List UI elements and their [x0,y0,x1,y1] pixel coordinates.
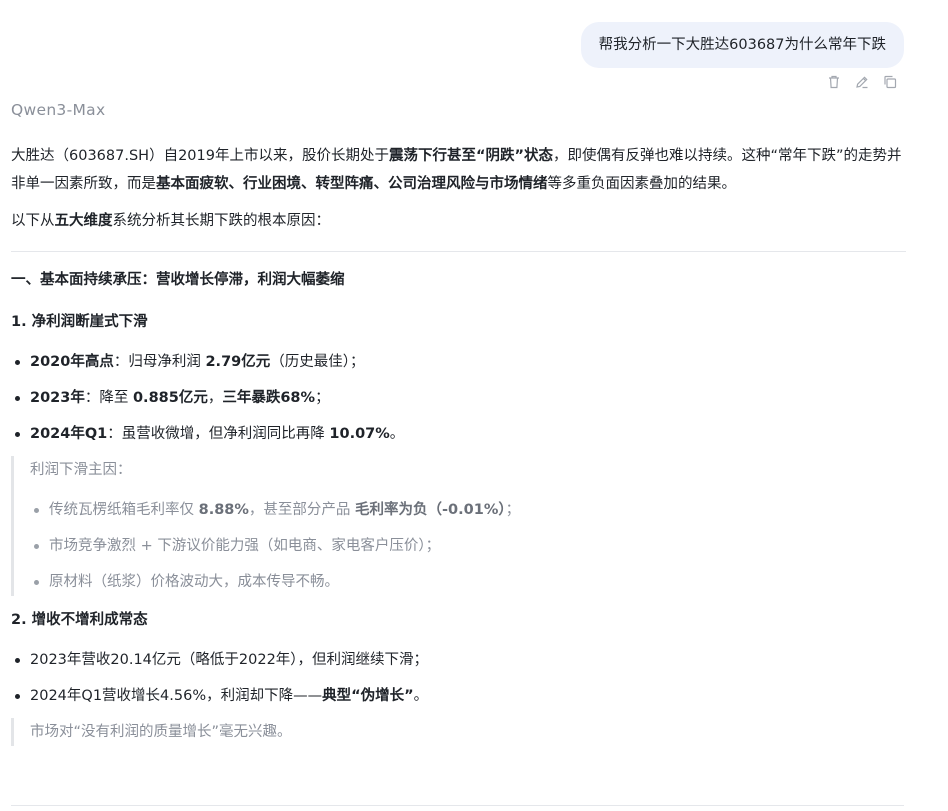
list-item: 2023年营收20.14亿元（略低于2022年），但利润继续下滑； [11,646,906,674]
model-name: Qwen3-Max [11,101,106,119]
text: ：虽营收微增，但净利润同比再降 [107,426,330,442]
text: 2024年Q1营收增长4.56%，利润却下降—— [30,688,323,704]
list-item: 2024年Q1营收增长4.56%，利润却下降——典型“伪增长”。 [11,682,906,710]
bold-text: 2.79亿元 [205,354,271,370]
bold-text: 基本面疲软、行业困境、转型阵痛、公司治理风险与市场情绪 [156,176,548,192]
summary-paragraph: 以下从五大维度系统分析其长期下跌的根本原因： [11,207,906,235]
blockquote: 市场对“没有利润的质量增长”毫无兴趣。 [11,718,906,746]
list-item: 市场竞争激烈 + 下游议价能力强（如电商、家电客户压价）； [30,532,906,560]
bold-text: 三年暴跌68% [222,390,316,406]
bold-text: 震荡下行甚至“阴跌”状态 [388,148,554,164]
text: 传统瓦楞纸箱毛利率仅 [49,502,199,518]
text: ：归母净利润 [113,354,206,370]
assistant-response: 大胜达（603687.SH）自2019年上市以来，股价长期处于震荡下行甚至“阴跌… [11,142,906,746]
text: 原材料（纸浆）价格波动大，成本传导不畅。 [49,574,339,590]
bold-text: 10.07% [329,426,390,442]
edit-icon[interactable] [854,74,870,90]
divider [11,251,906,252]
bold-text: 典型“伪增长” [322,688,414,704]
list-item: 传统瓦楞纸箱毛利率仅 8.88%，甚至部分产品 毛利率为负（-0.01%）； [30,496,906,524]
text: 大胜达（603687.SH）自2019年上市以来，股价长期处于 [11,148,389,164]
blockquote: 利润下滑主因： 传统瓦楞纸箱毛利率仅 8.88%，甚至部分产品 毛利率为负（-0… [11,456,906,596]
bullet-list: 2020年高点：归母净利润 2.79亿元（历史最佳）； 2023年：降至 0.8… [11,348,906,448]
text: ：降至 [84,390,133,406]
bold-text: 五大维度 [54,213,113,229]
text: 市场竞争激烈 + 下游议价能力强（如电商、家电客户压价）； [49,538,441,554]
text: 系统分析其长期下跌的根本原因： [112,213,331,229]
text: 以下从 [11,213,55,229]
list-item: 2024年Q1：虽营收微增，但净利润同比再降 10.07%。 [11,420,906,448]
quote-title: 利润下滑主因： [30,462,132,478]
bold-text: 0.885亿元 [132,390,208,406]
bold-text: 8.88% [198,502,249,518]
text: ； [505,502,521,518]
list-item: 2023年：降至 0.885亿元，三年暴跌68%； [11,384,906,412]
trash-icon[interactable] [826,74,842,90]
intro-paragraph: 大胜达（603687.SH）自2019年上市以来，股价长期处于震荡下行甚至“阴跌… [11,142,906,198]
user-message-text: 帮我分析一下大胜达603687为什么常年下跌 [598,37,886,53]
user-message-bubble: 帮我分析一下大胜达603687为什么常年下跌 [580,22,904,68]
bold-text: 2024年Q1 [30,426,108,442]
text: 等多重负面因素叠加的结果。 [547,176,737,192]
bold-text: 毛利率为负（-0.01%） [355,502,506,518]
text: 2023年营收20.14亿元（略低于2022年），但利润继续下滑； [30,652,429,668]
bold-text: 2023年 [30,390,85,406]
section-title: 一、基本面持续承压：营收增长停滞，利润大幅萎缩 [11,272,345,288]
subsection-title: 2. 增收不增利成常态 [11,612,148,628]
copy-icon[interactable] [882,74,898,90]
text: ； [315,390,330,406]
text: （历史最佳）； [270,354,365,370]
text: ， [207,390,223,406]
bold-text: 2020年高点 [30,354,114,370]
text: 。 [413,688,429,704]
text: 。 [389,426,405,442]
list-item: 原材料（纸浆）价格波动大，成本传导不畅。 [30,568,906,596]
bullet-list: 2023年营收20.14亿元（略低于2022年），但利润继续下滑； 2024年Q… [11,646,906,710]
quote-list: 传统瓦楞纸箱毛利率仅 8.88%，甚至部分产品 毛利率为负（-0.01%）； 市… [30,496,906,596]
divider [11,805,904,806]
text: ，甚至部分产品 [248,502,356,518]
message-actions [826,74,898,90]
subsection-title: 1. 净利润断崖式下滑 [11,314,148,330]
list-item: 2020年高点：归母净利润 2.79亿元（历史最佳）； [11,348,906,376]
